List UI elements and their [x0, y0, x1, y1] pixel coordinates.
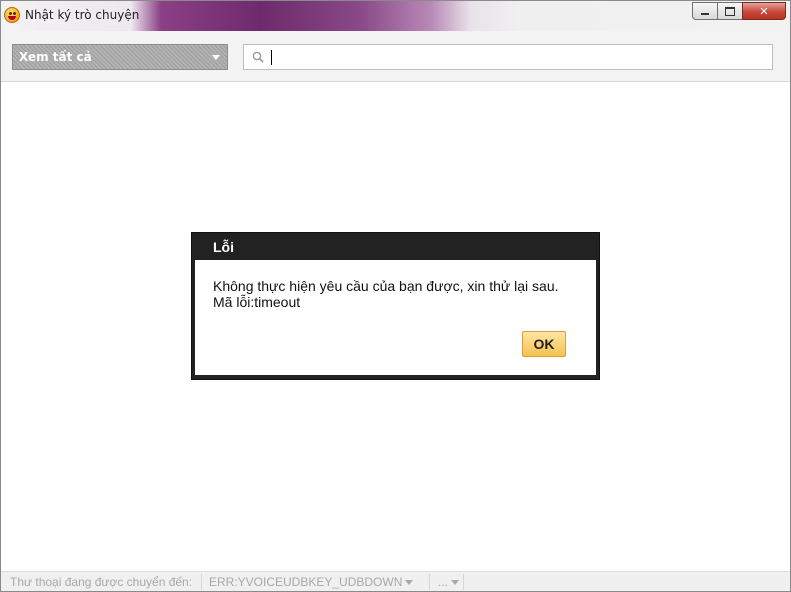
- error-dialog: Lỗi Không thực hiện yêu cầu của bạn được…: [191, 232, 600, 380]
- chevron-down-icon: [451, 579, 460, 585]
- filter-dropdown[interactable]: Xem tất cả: [12, 44, 228, 70]
- error-code: Mã lỗi:timeout: [213, 294, 301, 310]
- filter-label: Xem tất cả: [19, 50, 92, 64]
- maximize-icon: [725, 6, 735, 16]
- voicemail-target-dropdown[interactable]: ERR:YVOICEUDBKEY_UDBDOWN: [209, 575, 414, 589]
- voicemail-forward-label: Thư thoại đang được chuyển đến:: [10, 575, 193, 589]
- status-divider: [463, 574, 464, 590]
- minimize-icon: [701, 13, 709, 15]
- more-options-label: ...: [438, 575, 449, 589]
- dialog-header[interactable]: Lỗi: [192, 233, 599, 260]
- status-divider: [429, 574, 430, 590]
- chevron-down-icon: [212, 55, 220, 60]
- window-controls: ✕: [692, 2, 786, 21]
- dialog-body: Không thực hiện yêu cầu của bạn được, xi…: [195, 260, 596, 375]
- minimize-button[interactable]: [692, 2, 718, 20]
- voicemail-target-value: ERR:YVOICEUDBKEY_UDBDOWN: [209, 575, 403, 589]
- title-bar[interactable]: Nhật ký trò chuyện ✕: [1, 1, 790, 31]
- ok-button[interactable]: OK: [522, 331, 566, 357]
- more-options-dropdown[interactable]: ...: [438, 575, 460, 589]
- status-bar: Thư thoại đang được chuyển đến: ERR:YVOI…: [1, 571, 790, 591]
- smiley-icon: [4, 7, 20, 23]
- text-caret: [271, 50, 272, 65]
- chevron-down-icon: [405, 579, 414, 585]
- close-icon: ✕: [759, 4, 769, 18]
- close-button[interactable]: ✕: [742, 2, 786, 20]
- maximize-button[interactable]: [717, 2, 743, 20]
- dialog-message: Không thực hiện yêu cầu của bạn được, xi…: [213, 278, 559, 310]
- dialog-title: Lỗi: [213, 239, 234, 255]
- error-message: Không thực hiện yêu cầu của bạn được, xi…: [213, 278, 559, 294]
- status-divider: [201, 574, 202, 590]
- search-input[interactable]: [270, 47, 766, 67]
- search-icon: [252, 51, 264, 63]
- search-box[interactable]: [243, 44, 773, 70]
- window-title: Nhật ký trò chuyện: [25, 8, 140, 22]
- toolbar: Xem tất cả: [1, 31, 790, 82]
- chat-history-window: Nhật ký trò chuyện ✕ Xem tất cả Lỗi Khôn…: [0, 0, 791, 592]
